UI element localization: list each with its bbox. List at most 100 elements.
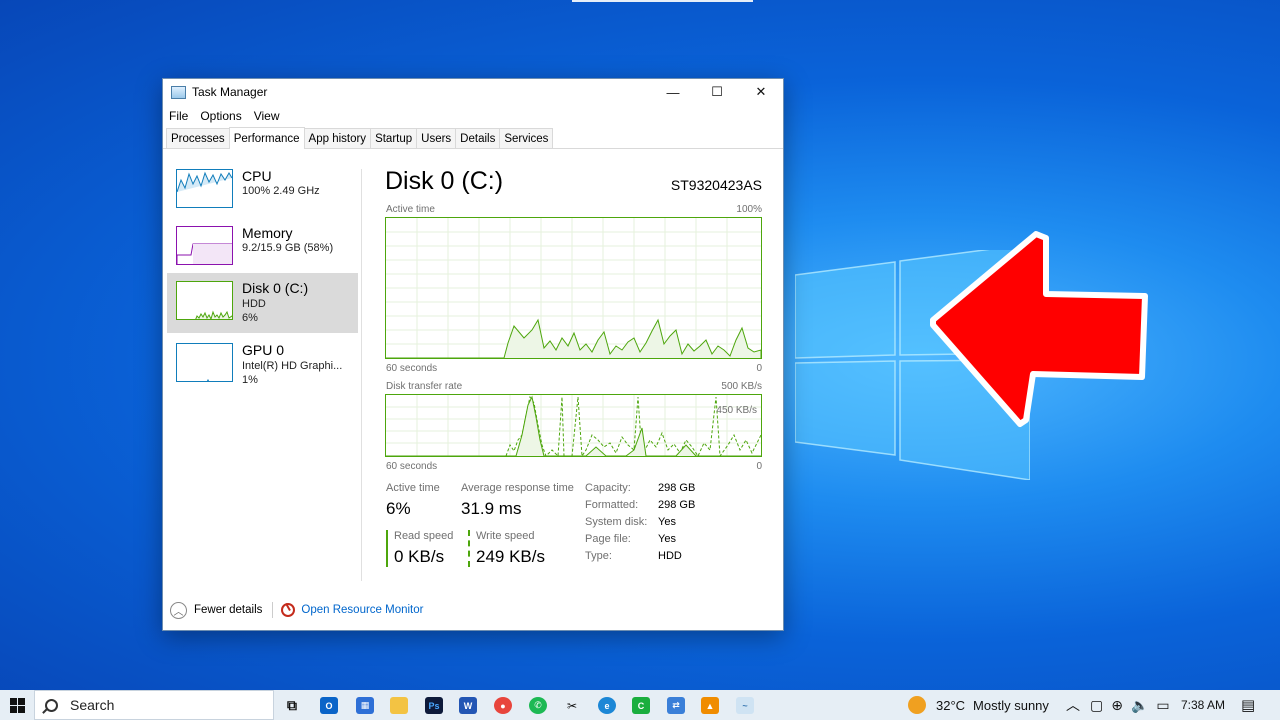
maximize-button[interactable]: ☐ [695,79,739,105]
task-view-icon[interactable]: ⧉ [283,697,301,714]
system-disk-value: Yes [658,516,676,528]
language-globe-icon[interactable]: ⊕ [1111,697,1123,714]
vlc-icon[interactable]: ▲ [701,697,719,714]
red-arrow-icon [930,231,1148,427]
cpu-thumbnail-graph [176,169,233,208]
graph1-min: 0 [756,363,762,374]
store-icon[interactable]: ▦ [356,697,374,714]
write-speed-bar [468,530,470,567]
device-name: CPU [242,168,272,184]
chevron-up-tray-icon[interactable]: ︿ [1066,695,1080,715]
chrome-icon[interactable]: ● [494,697,512,714]
menu-options[interactable]: Options [200,109,241,123]
device-gpu0[interactable]: GPU 0 Intel(R) HD Graphi... 1% [167,335,358,395]
system-tray: ︿ ▢ ⊕ 🔈 ▭ [1066,690,1178,720]
graph2-min: 0 [756,461,762,472]
disk-model: ST9320423AS [670,177,762,193]
file-explorer-icon[interactable] [390,697,408,714]
detail-title: Disk 0 (C:) [385,167,504,195]
title-bar[interactable]: Task Manager — ☐ ✕ [163,79,783,105]
device-info: 9.2/15.9 GB (58%) [242,242,334,254]
footer-separator [272,602,274,618]
active-time-graph [385,217,762,359]
device-disk0[interactable]: Disk 0 (C:) HDD 6% [167,273,358,333]
active-time-label: Active time [386,482,440,494]
search-icon [45,698,58,712]
task-manager-window: Task Manager — ☐ ✕ File Options View Pro… [162,78,784,631]
battery-icon[interactable]: ▭ [1156,697,1169,714]
remote-desktop-icon[interactable]: ⇄ [667,697,685,714]
device-usage: 6% [242,312,258,324]
device-type: HDD [242,298,266,310]
menu-file[interactable]: File [169,109,188,123]
minimize-button[interactable]: — [651,79,695,105]
formatted-value: 298 GB [658,499,696,511]
device-name: Memory [242,225,293,241]
fewer-details-link[interactable]: Fewer details [194,604,262,616]
clock[interactable]: 7:38 AM [1181,690,1225,720]
capacity-value: 298 GB [658,482,696,494]
resource-monitor-icon[interactable] [281,603,296,617]
memory-thumbnail-graph [176,226,233,265]
top-screen-strip [572,0,753,2]
search-placeholder: Search [70,697,115,713]
photoshop-icon[interactable]: Ps [425,697,443,714]
window-title: Task Manager [192,85,268,99]
page-file-value: Yes [658,533,676,545]
notification-center-icon[interactable]: ▤ [1241,690,1255,720]
disk-thumbnail-graph [176,281,233,320]
tab-performance[interactable]: Performance [228,127,305,149]
taskbar-search-box[interactable]: Search [34,690,274,720]
footer: ︿ Fewer details Open Resource Monitor [170,599,423,621]
device-info: 100% 2.49 GHz [242,185,320,197]
menu-bar: File Options View [163,105,783,127]
avg-response-label: Average response time [461,482,574,494]
camtasia-icon[interactable]: C [632,697,650,714]
avg-response-value: 31.9 ms [461,499,522,518]
graph2-max: 500 KB/s [721,381,762,392]
close-button[interactable]: ✕ [739,79,783,105]
read-speed-value: 0 KB/s [394,547,445,566]
active-time-value: 6% [386,499,411,518]
windows-start-icon [9,697,25,713]
meet-now-icon[interactable]: ▢ [1090,697,1103,714]
volume-icon[interactable]: 🔈 [1131,697,1148,714]
read-speed-label: Read speed [394,530,454,542]
system-disk-key: System disk: [585,516,648,528]
edge-icon[interactable]: e [598,697,616,714]
device-list: CPU 100% 2.49 GHz Memory 9.2/15.9 GB (58… [166,159,359,584]
graph2-time: 60 seconds [386,461,438,472]
outlook-icon[interactable]: O [320,697,338,714]
weather-widget[interactable]: 32°C Mostly sunny [908,690,1049,720]
task-manager-taskbar-icon[interactable]: ~ [736,697,754,714]
menu-view[interactable]: View [254,109,280,123]
type-key: Type: [585,550,612,562]
transfer-rate-graph: 450 KB/s [385,394,762,457]
open-resource-monitor-link[interactable]: Open Resource Monitor [301,604,423,616]
word-icon[interactable]: W [459,697,477,714]
whatsapp-icon[interactable]: ✆ [529,697,547,714]
tab-services[interactable]: Services [499,128,554,148]
graph1-time: 60 seconds [386,363,438,374]
read-speed-bar [386,530,388,567]
formatted-key: Formatted: [585,499,639,511]
capcut-icon[interactable]: ✂ [563,697,581,714]
device-name: Disk 0 (C:) [242,280,309,296]
tab-app-history[interactable]: App history [303,128,372,148]
graph2-mid: 450 KB/s [716,405,757,416]
type-value: HDD [658,550,682,562]
tab-details[interactable]: Details [455,128,501,148]
clock-time: 7:38 AM [1181,698,1226,712]
panel-divider[interactable] [361,169,362,581]
device-memory[interactable]: Memory 9.2/15.9 GB (58%) [167,218,358,278]
device-usage: 1% [242,374,258,386]
tab-processes[interactable]: Processes [166,128,230,148]
tab-startup[interactable]: Startup [370,128,418,148]
capacity-key: Capacity: [585,482,631,494]
chevron-up-icon[interactable]: ︿ [170,601,187,619]
gpu-thumbnail-graph [176,343,233,382]
device-cpu[interactable]: CPU 100% 2.49 GHz [167,161,358,221]
device-info: Intel(R) HD Graphi... [242,360,343,372]
start-button[interactable] [0,690,34,720]
tab-users[interactable]: Users [416,128,457,148]
